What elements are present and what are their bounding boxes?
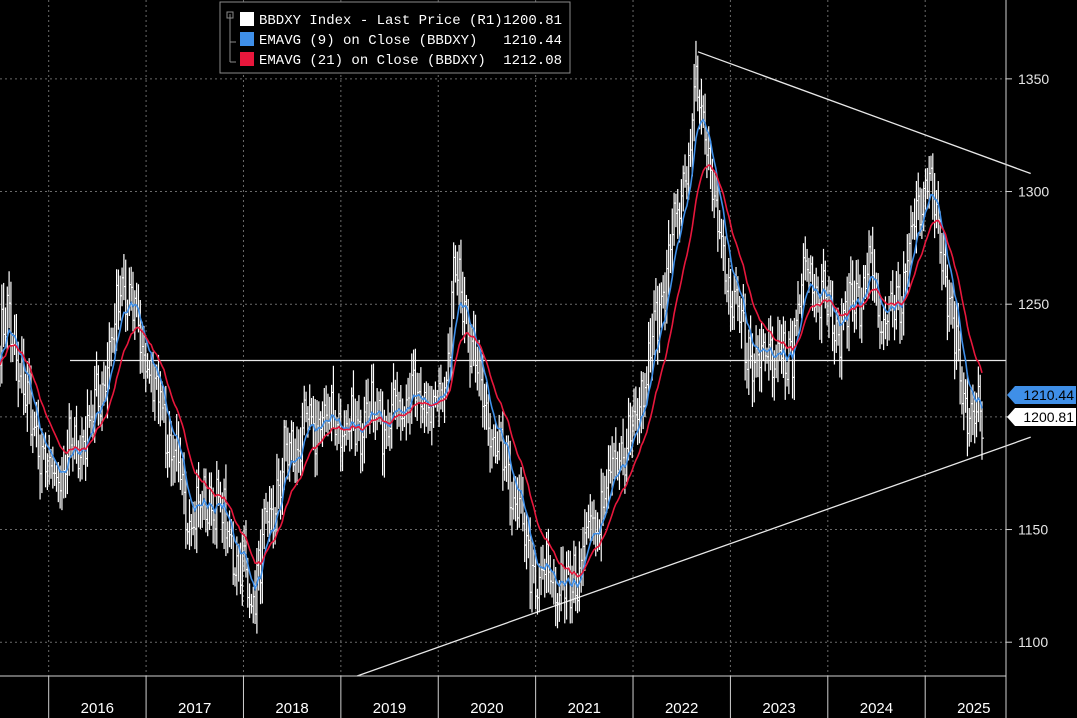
legend-swatch <box>240 12 254 26</box>
legend-series-value: 1200.81 <box>503 13 562 29</box>
x-tick-label-year: 2021 <box>568 700 601 717</box>
ema9-last-value: 1210.44 <box>1023 387 1074 403</box>
y-tick-label: 1250 <box>1018 296 1049 312</box>
x-tick-label-year: 2016 <box>81 700 114 717</box>
legend-swatch <box>240 32 254 46</box>
x-tick-label-year: 2024 <box>860 700 893 717</box>
x-tick-label-year: 2017 <box>178 700 211 717</box>
bbdxy-chart: 1100 1150 1250 1300 1350 2016 2017 2018 2019 2020… <box>0 0 1077 718</box>
y-tick-label: 1350 <box>1018 71 1049 87</box>
y-tick-label: 1150 <box>1018 522 1048 538</box>
legend: BBDXY Index - Last Price (R1) 1200.81 EMAV… <box>219 1 571 74</box>
y-tick-label: 1300 <box>1018 184 1049 200</box>
x-tick-label-year: 2019 <box>373 700 406 717</box>
y-tick-label: 1100 <box>1018 634 1048 650</box>
legend-series-value: 1210.44 <box>503 33 562 49</box>
legend-series-name: BBDXY Index - Last Price (R1) <box>259 13 503 29</box>
legend-series-name: EMAVG (9) on Close (BBDXY) <box>259 33 477 49</box>
legend-swatch <box>240 52 254 66</box>
chart-background <box>0 0 1077 718</box>
x-tick-label-year: 2022 <box>665 700 698 717</box>
legend-series-name: EMAVG (21) on Close (BBDXY) <box>259 53 486 69</box>
chart-root: 1100 1150 1250 1300 1350 2016 2017 2018 2019 2020… <box>0 0 1077 718</box>
legend-series-value: 1212.08 <box>503 53 562 69</box>
price-last-value: 1200.81 <box>1023 409 1074 425</box>
x-tick-label-year: 2018 <box>275 700 308 717</box>
x-tick-label-year: 2020 <box>470 700 503 717</box>
x-tick-label-year: 2023 <box>762 700 795 717</box>
x-tick-label-year: 2025 <box>957 700 990 717</box>
